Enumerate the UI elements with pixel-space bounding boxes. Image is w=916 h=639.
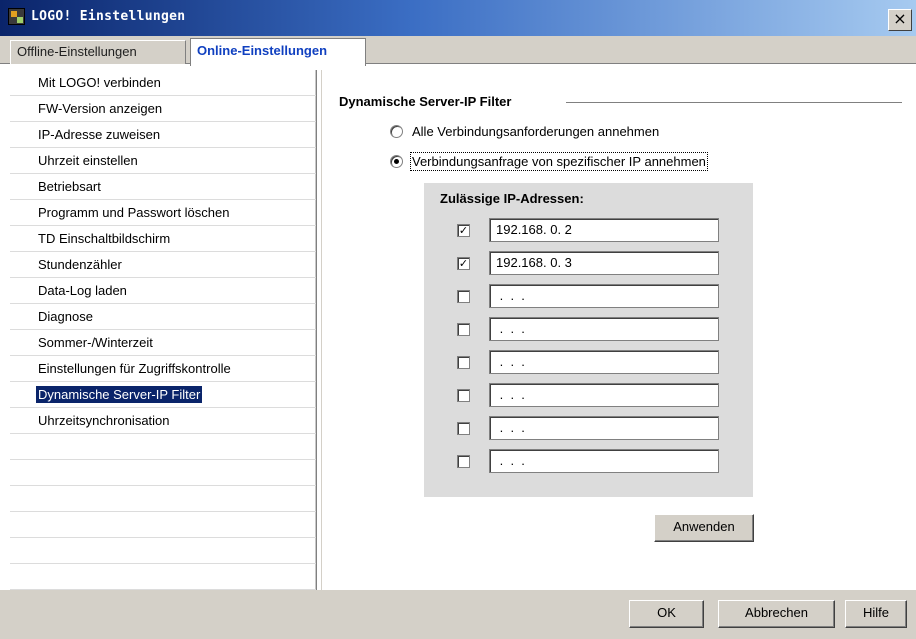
ip-address-field[interactable]: . . .	[489, 350, 719, 374]
sidebar-item-access-control[interactable]: Einstellungen für Zugriffskontrolle	[10, 356, 316, 382]
logo-app-icon	[8, 8, 25, 25]
sidebar-item-label: Stundenzähler	[38, 257, 122, 272]
sidebar-item-time-sync[interactable]: Uhrzeitsynchronisation	[10, 408, 316, 434]
tab-offline-settings[interactable]: Offline-Einstellungen	[10, 40, 186, 64]
ip-address-field[interactable]: 192.168. 0. 2	[489, 218, 719, 242]
ip-row: . . .	[457, 416, 719, 440]
ip-enable-checkbox[interactable]	[457, 422, 470, 435]
ip-row: . . .	[457, 284, 719, 308]
sidebar-item-hour-counter[interactable]: Stundenzähler	[10, 252, 316, 278]
sidebar-empty-row	[10, 564, 316, 590]
tab-strip: Offline-Einstellungen Online-Einstellung…	[0, 36, 916, 66]
section-title: Dynamische Server-IP Filter	[339, 94, 512, 109]
ip-enable-checkbox[interactable]: ✓	[457, 257, 470, 270]
sidebar-item-fw-version[interactable]: FW-Version anzeigen	[10, 96, 316, 122]
sidebar-item-dst[interactable]: Sommer-/Winterzeit	[10, 330, 316, 356]
sidebar-empty-row	[10, 434, 316, 460]
ip-address-field[interactable]: 192.168. 0. 3	[489, 251, 719, 275]
sidebar-item-label: Data-Log laden	[38, 283, 127, 298]
sidebar-item-label: Diagnose	[38, 309, 93, 324]
title-bar: LOGO! Einstellungen ×	[0, 0, 916, 36]
cancel-button[interactable]: Abbrechen	[718, 600, 835, 628]
sidebar-item-label: Uhrzeitsynchronisation	[38, 413, 170, 428]
ip-row: . . .	[457, 449, 719, 473]
section-divider	[566, 102, 902, 104]
radio-button[interactable]	[390, 125, 403, 138]
ip-row: . . .	[457, 350, 719, 374]
ip-address-field[interactable]: . . .	[489, 383, 719, 407]
apply-button[interactable]: Anwenden	[654, 514, 754, 542]
sidebar-item-label: Betriebsart	[38, 179, 101, 194]
ip-enable-checkbox[interactable]	[457, 356, 470, 369]
help-button[interactable]: Hilfe	[845, 600, 907, 628]
sidebar-item-ip-address[interactable]: IP-Adresse zuweisen	[10, 122, 316, 148]
sidebar-item-label: Uhrzeit einstellen	[38, 153, 138, 168]
ip-enable-checkbox[interactable]	[457, 290, 470, 303]
ip-enable-checkbox[interactable]	[457, 455, 470, 468]
ip-address-field[interactable]: . . .	[489, 416, 719, 440]
pane-splitter[interactable]	[316, 70, 322, 590]
ip-row: ✓ 192.168. 0. 2	[457, 218, 719, 242]
ok-button[interactable]: OK	[629, 600, 704, 628]
sidebar-item-label: Dynamische Server-IP Filter	[36, 386, 203, 403]
sidebar-item-label: TD Einschaltbildschirm	[38, 231, 171, 246]
ip-address-field[interactable]: . . .	[489, 317, 719, 341]
ip-enable-checkbox[interactable]	[457, 323, 470, 336]
sidebar-empty-row	[10, 512, 316, 538]
radio-accept-all-label: Alle Verbindungsanforderungen annehmen	[412, 124, 660, 139]
sidebar-item-connect[interactable]: Mit LOGO! verbinden	[10, 70, 316, 96]
dialog-footer: OK Abbrechen Hilfe	[0, 590, 916, 639]
ip-enable-checkbox[interactable]	[457, 389, 470, 402]
sidebar-empty-row	[10, 486, 316, 512]
sidebar-item-label: FW-Version anzeigen	[38, 101, 163, 116]
radio-accept-specific-label: Verbindungsanfrage von spezifischer IP a…	[410, 152, 708, 171]
sidebar-item-ip-filter[interactable]: Dynamische Server-IP Filter	[10, 382, 316, 408]
ip-address-field[interactable]: . . .	[489, 284, 719, 308]
ip-row: ✓ 192.168. 0. 3	[457, 251, 719, 275]
ip-address-field[interactable]: . . .	[489, 449, 719, 473]
sidebar-item-set-time[interactable]: Uhrzeit einstellen	[10, 148, 316, 174]
tab-online-settings[interactable]: Online-Einstellungen	[190, 38, 366, 66]
radio-button[interactable]	[390, 155, 403, 168]
sidebar-item-label: Sommer-/Winterzeit	[38, 335, 153, 350]
sidebar-item-clear-program[interactable]: Programm und Passwort löschen	[10, 200, 316, 226]
sidebar-empty-row	[10, 538, 316, 564]
sidebar-item-label: Programm und Passwort löschen	[38, 205, 230, 220]
ip-row: . . .	[457, 317, 719, 341]
sidebar-item-td-screen[interactable]: TD Einschaltbildschirm	[10, 226, 316, 252]
radio-accept-specific[interactable]: Verbindungsanfrage von spezifischer IP a…	[390, 152, 805, 172]
radio-accept-all[interactable]: Alle Verbindungsanforderungen annehmen	[390, 122, 750, 142]
ip-row: . . .	[457, 383, 719, 407]
allowed-ip-panel: Zulässige IP-Adressen: ✓ 192.168. 0. 2 ✓…	[424, 183, 753, 497]
sidebar-item-label: Einstellungen für Zugriffskontrolle	[38, 361, 231, 376]
sidebar-item-diagnose[interactable]: Diagnose	[10, 304, 316, 330]
sidebar-item-label: IP-Adresse zuweisen	[38, 127, 161, 142]
sidebar-empty-row	[10, 460, 316, 486]
sidebar-item-operating-mode[interactable]: Betriebsart	[10, 174, 316, 200]
ip-enable-checkbox[interactable]: ✓	[457, 224, 470, 237]
sidebar-item-data-log[interactable]: Data-Log laden	[10, 278, 316, 304]
window-title: LOGO! Einstellungen	[31, 9, 186, 24]
close-button[interactable]: ×	[888, 9, 912, 31]
settings-nav-list: Mit LOGO! verbinden FW-Version anzeigen …	[10, 70, 316, 590]
allowed-ip-title: Zulässige IP-Adressen:	[440, 191, 584, 206]
sidebar-item-label: Mit LOGO! verbinden	[38, 75, 161, 90]
